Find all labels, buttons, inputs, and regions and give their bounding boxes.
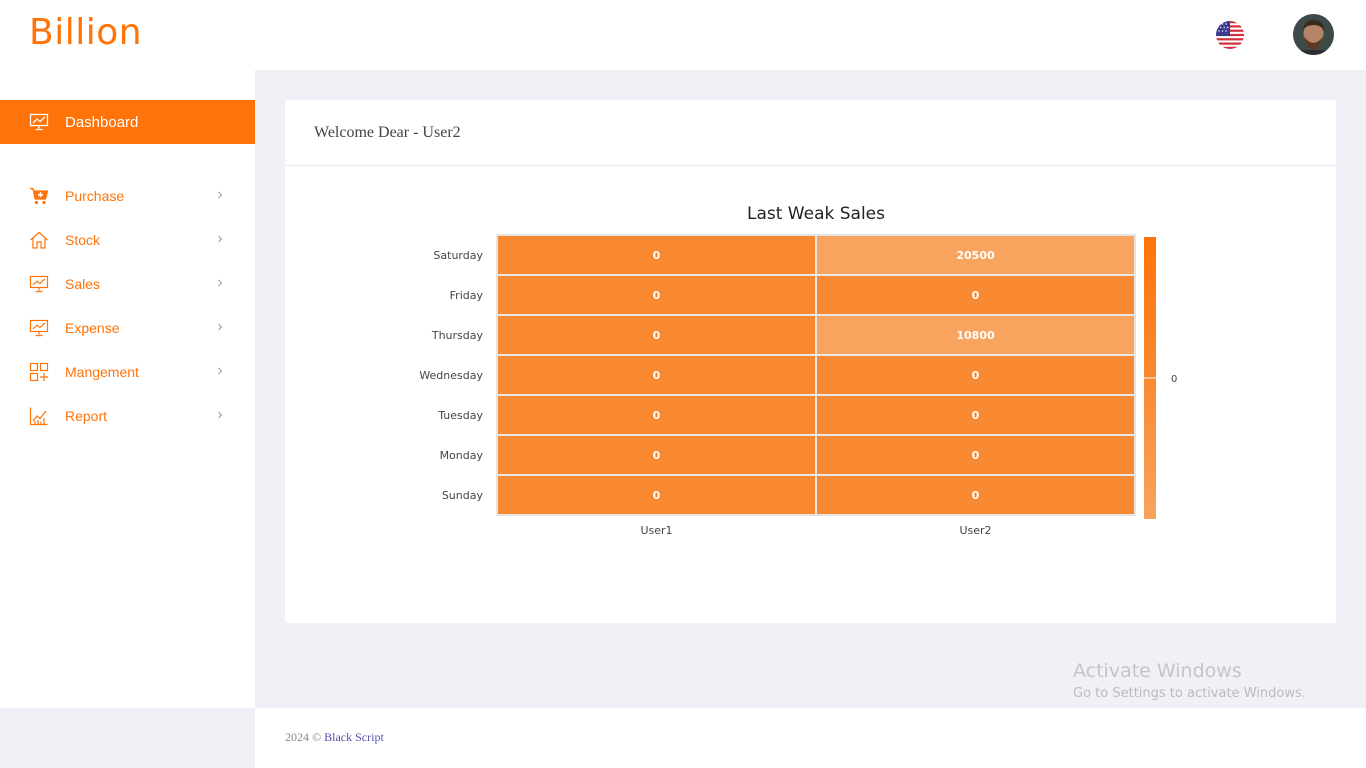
chevron-right-icon xyxy=(218,323,223,331)
cell-value-label: 0 xyxy=(972,489,980,502)
y-tick-label: Wednesday xyxy=(419,369,483,382)
page-title: Welcome Dear - User2 xyxy=(314,123,461,141)
sidebar-item-label: Expense xyxy=(65,320,120,336)
sidebar-item-dashboard[interactable]: Dashboard xyxy=(0,100,255,144)
cell-value-label: 0 xyxy=(653,289,661,302)
footer-link[interactable]: Black Script xyxy=(324,730,384,744)
y-tick-label: Tuesday xyxy=(437,409,483,422)
heatmap-chart: Last Weak Sales 0 20500 Saturday 0 0 Friday 0 10… xyxy=(419,204,1177,537)
sidebar: Billion Dashboard Purchase Stock Sales E… xyxy=(0,0,255,708)
watermark-title: Activate Windows xyxy=(1073,660,1242,682)
sidebar-item-sales[interactable]: Sales xyxy=(0,262,255,306)
cell-value-label: 20500 xyxy=(956,249,995,262)
sidebar-item-label: Sales xyxy=(65,276,101,292)
cell-value-label: 0 xyxy=(653,409,661,422)
line-chart-icon xyxy=(29,406,49,426)
cart-plus-icon xyxy=(29,186,49,206)
chevron-right-icon xyxy=(218,411,223,419)
sidebar-item-report[interactable]: Report xyxy=(0,394,255,438)
sidebar-item-label: Purchase xyxy=(65,188,125,204)
cell-value-label: 0 xyxy=(653,329,661,342)
card-header: Welcome Dear - User2 xyxy=(285,100,1336,166)
watermark-subtitle: Go to Settings to activate Windows. xyxy=(1073,686,1306,701)
cell-value-label: 0 xyxy=(972,449,980,462)
cell-value-label: 0 xyxy=(653,449,661,462)
presentation-chart-icon xyxy=(29,318,49,338)
sidebar-item-mangement[interactable]: Mangement xyxy=(0,350,255,394)
sidebar-item-expense[interactable]: Expense xyxy=(0,306,255,350)
welcome-card: Welcome Dear - User2 Last Weak Sales 0 205… xyxy=(285,100,1336,623)
x-tick-label: User2 xyxy=(959,524,991,537)
sidebar-item-purchase[interactable]: Purchase xyxy=(0,174,255,218)
presentation-chart-icon xyxy=(29,274,49,294)
sidebar-item-label: Report xyxy=(65,408,108,424)
chevron-right-icon xyxy=(218,279,223,287)
chevron-right-icon xyxy=(218,367,223,375)
app-logo[interactable]: Billion xyxy=(29,12,142,53)
chevron-right-icon xyxy=(218,235,223,243)
windows-activation-watermark: Activate Windows Go to Settings to activ… xyxy=(1073,660,1306,701)
footer-year: 2024 © xyxy=(285,730,322,744)
y-tick-label: Monday xyxy=(440,449,484,462)
sidebar-item-label: Stock xyxy=(65,232,101,248)
footer-copyright: 2024 © Black Script xyxy=(285,730,384,745)
cell-value-label: 0 xyxy=(972,409,980,422)
presentation-chart-icon xyxy=(29,112,49,132)
y-tick-label: Friday xyxy=(450,289,484,302)
cell-value-label: 0 xyxy=(653,489,661,502)
user-avatar[interactable] xyxy=(1293,14,1334,55)
chevron-right-icon xyxy=(218,191,223,199)
sidebar-item-label: Mangement xyxy=(65,364,139,380)
cell-value-label: 0 xyxy=(972,289,980,302)
x-tick-label: User1 xyxy=(640,524,672,537)
cell-value-label: 0 xyxy=(653,249,661,262)
y-tick-label: Thursday xyxy=(431,329,484,342)
grid-plus-icon xyxy=(29,362,49,382)
y-tick-label: Sunday xyxy=(442,489,484,502)
top-header xyxy=(255,0,1366,70)
y-tick-label: Saturday xyxy=(433,249,483,262)
chart-title: Last Weak Sales xyxy=(747,204,885,224)
cell-value-label: 0 xyxy=(653,369,661,382)
cell-value-label: 0 xyxy=(972,369,980,382)
colorbar-tick-label: 0 xyxy=(1171,374,1177,385)
home-icon xyxy=(29,230,49,250)
cell-value-label: 10800 xyxy=(956,329,995,342)
sidebar-item-label: Dashboard xyxy=(65,113,139,131)
sidebar-item-stock[interactable]: Stock xyxy=(0,218,255,262)
sidebar-nav: Purchase Stock Sales Expense Mangement R… xyxy=(0,174,255,438)
footer: 2024 © Black Script xyxy=(255,708,1366,768)
us-flag-icon[interactable] xyxy=(1216,21,1244,49)
